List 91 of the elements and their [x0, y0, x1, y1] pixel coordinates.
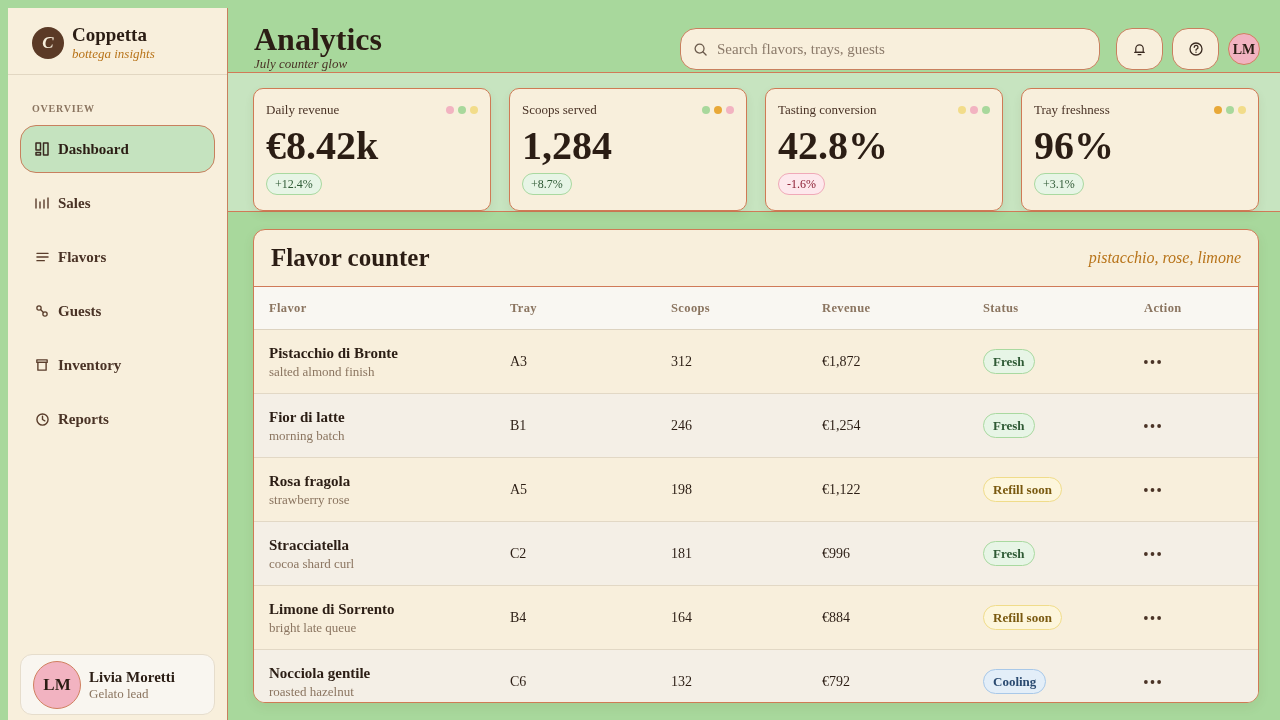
column-header: Flavor: [269, 299, 307, 317]
stat-value: 42.8%: [778, 124, 888, 168]
section-label: OVERVIEW: [32, 103, 95, 115]
nav-item[interactable]: Inventory: [20, 341, 215, 389]
nav-item[interactable]: Sales: [20, 179, 215, 227]
profile-avatar[interactable]: LM: [1228, 33, 1260, 65]
user-card[interactable]: LM Livia Moretti Gelato lead: [20, 654, 215, 715]
flavor-name: Stracciatella: [269, 535, 350, 555]
lines-icon: [35, 252, 49, 262]
user-role: Gelato lead: [89, 685, 150, 701]
scoop-count: 164: [671, 609, 692, 627]
more-icon[interactable]: [1144, 615, 1161, 620]
brand-name: Coppetta: [72, 23, 148, 47]
nav-item[interactable]: Flavors: [20, 233, 215, 281]
more-icon[interactable]: [1144, 551, 1161, 556]
search-field[interactable]: Search flavors, trays, guests: [680, 28, 1100, 70]
more-icon[interactable]: [1144, 679, 1161, 684]
tray-code: C6: [510, 673, 527, 691]
status-badge: Refill soon: [983, 477, 1062, 502]
stat-label: Tasting conversion: [778, 102, 877, 118]
stat-label: Scoops served: [522, 102, 597, 118]
clock-icon: [35, 412, 49, 426]
nav-item[interactable]: Reports: [20, 395, 215, 443]
brand-tagline: bottega insights: [72, 47, 155, 61]
user-avatar: LM: [33, 660, 81, 709]
flavor-name: Nocciola gentile: [269, 663, 371, 683]
tray-code: C2: [510, 545, 527, 563]
flavor-name: Pistacchio di Bronte: [269, 343, 398, 363]
page-subtitle: July counter glow: [254, 56, 348, 71]
help-button[interactable]: [1172, 28, 1219, 70]
more-icon[interactable]: [1144, 487, 1161, 492]
flavor-note: bright late queue: [269, 618, 358, 636]
scoop-count: 246: [671, 417, 692, 435]
nav-item[interactable]: Dashboard: [20, 125, 215, 173]
help-icon: [1188, 42, 1203, 56]
status-badge: Refill soon: [983, 605, 1062, 630]
revenue-amount: €884: [822, 609, 850, 627]
change-badge: +8.7%: [522, 173, 572, 195]
nav-item[interactable]: Guests: [20, 287, 215, 335]
notifications-button[interactable]: [1116, 28, 1163, 70]
status-badge: Fresh: [983, 413, 1035, 438]
archive-icon: [36, 359, 48, 371]
panels-icon: [35, 142, 49, 156]
status-badge: Cooling: [983, 669, 1047, 694]
linked-circles-icon: [36, 305, 48, 317]
flavor-note: salted almond finish: [269, 362, 376, 380]
tray-code: B1: [510, 417, 527, 435]
column-header: Status: [983, 299, 1019, 317]
scoop-count: 198: [671, 481, 692, 499]
user-name: Livia Moretti: [89, 668, 175, 686]
panel-title: Flavor counter: [271, 243, 430, 273]
search-icon: [694, 43, 707, 56]
flavor-note: roasted hazelnut: [269, 682, 355, 700]
panel-note: pistacchio, rose, limone: [1088, 248, 1241, 269]
tray-code: A3: [510, 353, 528, 371]
revenue-amount: €1,122: [822, 481, 861, 499]
brand-logo: C: [32, 27, 64, 59]
column-header: Revenue: [822, 299, 871, 317]
scoop-count: 132: [671, 673, 692, 691]
change-badge: -1.6%: [778, 173, 825, 195]
bell-icon: [1133, 42, 1146, 56]
stat-label: Daily revenue: [266, 102, 340, 118]
stat-value: €8.42k: [266, 124, 379, 168]
tray-code: A5: [510, 481, 528, 499]
flavor-name: Rosa fragola: [269, 471, 351, 491]
more-icon[interactable]: [1144, 423, 1161, 428]
bar-chart-icon: [35, 197, 49, 209]
revenue-amount: €1,254: [822, 417, 861, 435]
scoop-count: 312: [671, 353, 692, 371]
revenue-amount: €1,872: [822, 353, 861, 371]
change-badge: +3.1%: [1034, 173, 1084, 195]
column-header: Scoops: [671, 299, 711, 317]
scoop-count: 181: [671, 545, 692, 563]
stat-label: Tray freshness: [1034, 102, 1110, 118]
stat-value: 1,284: [522, 124, 612, 168]
stat-value: 96%: [1034, 124, 1114, 168]
flavor-name: Fior di latte: [269, 407, 345, 427]
revenue-amount: €792: [822, 673, 850, 691]
flavor-name: Limone di Sorrento: [269, 599, 395, 619]
more-icon[interactable]: [1144, 359, 1161, 364]
flavor-note: cocoa shard curl: [269, 554, 355, 572]
page-title: Analytics: [254, 22, 382, 56]
flavor-note: strawberry rose: [269, 490, 351, 508]
tray-code: B4: [510, 609, 527, 627]
flavor-note: morning batch: [269, 426, 345, 444]
change-badge: +12.4%: [266, 173, 322, 195]
column-header: Action: [1144, 299, 1182, 317]
revenue-amount: €996: [822, 545, 850, 563]
column-header: Tray: [510, 299, 537, 317]
status-badge: Fresh: [983, 349, 1035, 374]
status-badge: Fresh: [983, 541, 1035, 566]
